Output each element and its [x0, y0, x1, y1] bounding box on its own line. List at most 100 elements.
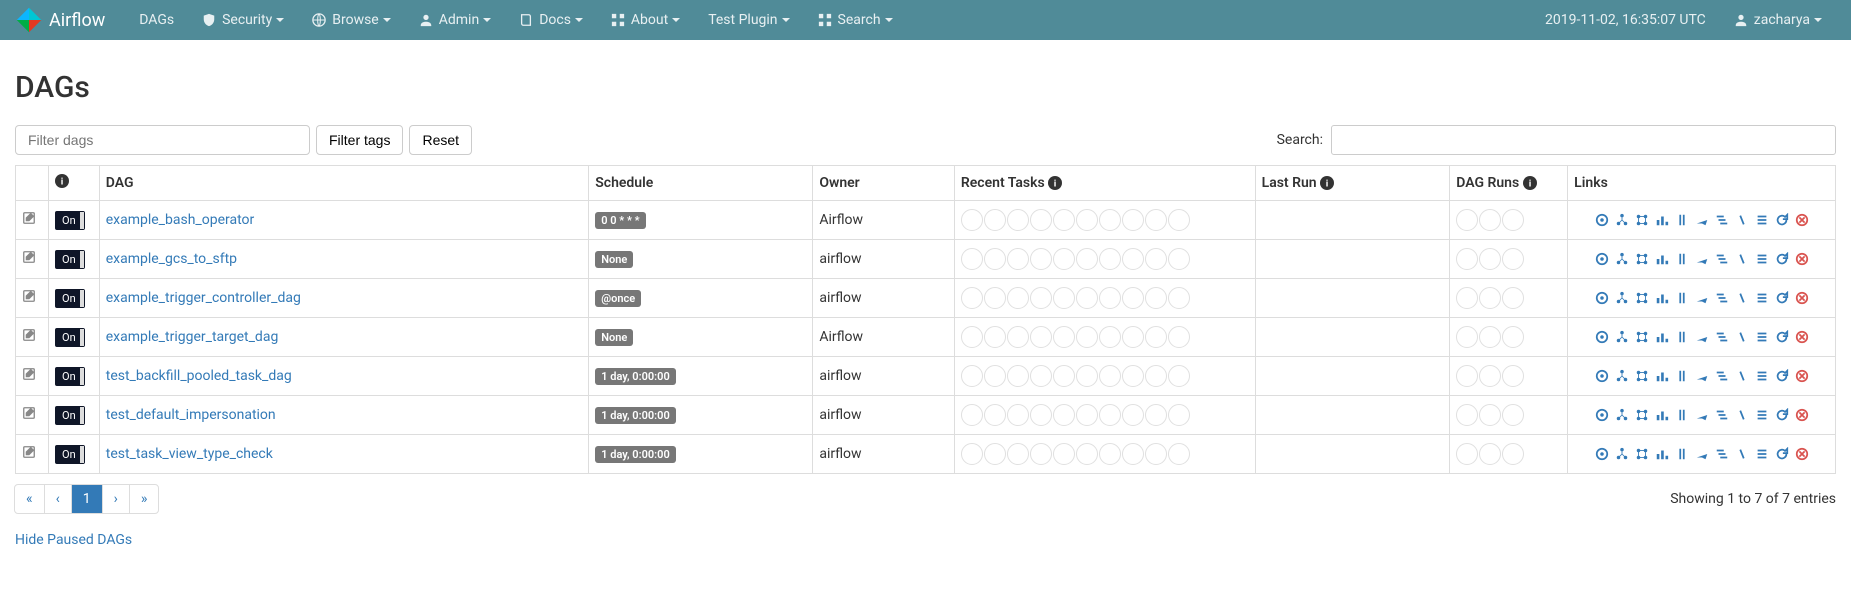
trigger-icon[interactable]: [1595, 369, 1609, 383]
search-input[interactable]: [1331, 125, 1836, 155]
logs-icon[interactable]: [1755, 291, 1769, 305]
duration-icon[interactable]: [1655, 252, 1669, 266]
dag-link[interactable]: example_bash_operator: [106, 212, 255, 228]
tries-icon[interactable]: [1675, 447, 1689, 461]
gantt-icon[interactable]: [1715, 447, 1729, 461]
graph-icon[interactable]: [1635, 252, 1649, 266]
graph-icon[interactable]: [1635, 291, 1649, 305]
logs-icon[interactable]: [1755, 408, 1769, 422]
delete-icon[interactable]: [1795, 408, 1809, 422]
nav-item-about[interactable]: About: [597, 2, 694, 38]
tries-icon[interactable]: [1675, 330, 1689, 344]
refresh-icon[interactable]: [1775, 252, 1789, 266]
duration-icon[interactable]: [1655, 369, 1669, 383]
nav-item-admin[interactable]: Admin: [405, 2, 505, 38]
trigger-icon[interactable]: [1595, 408, 1609, 422]
duration-icon[interactable]: [1655, 330, 1669, 344]
nav-item-dags[interactable]: DAGs: [125, 2, 188, 38]
schedule-badge[interactable]: 0 0 * * *: [595, 212, 645, 229]
duration-icon[interactable]: [1655, 291, 1669, 305]
landing-icon[interactable]: [1695, 447, 1709, 461]
refresh-icon[interactable]: [1775, 369, 1789, 383]
trigger-icon[interactable]: [1595, 213, 1609, 227]
page-last[interactable]: »: [129, 484, 160, 514]
schedule-badge[interactable]: None: [595, 329, 633, 346]
tree-icon[interactable]: [1615, 330, 1629, 344]
logs-icon[interactable]: [1755, 447, 1769, 461]
refresh-icon[interactable]: [1775, 408, 1789, 422]
dag-toggle[interactable]: On: [55, 406, 85, 425]
logs-icon[interactable]: [1755, 369, 1769, 383]
schedule-badge[interactable]: 1 day, 0:00:00: [595, 368, 676, 385]
tries-icon[interactable]: [1675, 252, 1689, 266]
nav-item-search[interactable]: Search: [804, 2, 907, 38]
user-menu[interactable]: zacharya: [1720, 2, 1836, 38]
dag-toggle[interactable]: On: [55, 289, 85, 308]
dag-link[interactable]: test_backfill_pooled_task_dag: [106, 368, 292, 384]
code-icon[interactable]: [1735, 330, 1749, 344]
gantt-icon[interactable]: [1715, 252, 1729, 266]
nav-item-browse[interactable]: Browse: [298, 2, 404, 38]
dag-toggle[interactable]: On: [55, 367, 85, 386]
landing-icon[interactable]: [1695, 252, 1709, 266]
tree-icon[interactable]: [1615, 213, 1629, 227]
th-schedule[interactable]: Schedule: [589, 166, 813, 201]
nav-item-test-plugin[interactable]: Test Plugin: [694, 2, 803, 38]
tree-icon[interactable]: [1615, 252, 1629, 266]
hide-paused-link[interactable]: Hide Paused DAGs: [15, 532, 132, 548]
gantt-icon[interactable]: [1715, 330, 1729, 344]
landing-icon[interactable]: [1695, 369, 1709, 383]
edit-icon[interactable]: [22, 406, 36, 420]
page-next[interactable]: ›: [102, 484, 130, 514]
gantt-icon[interactable]: [1715, 408, 1729, 422]
dag-link[interactable]: example_trigger_target_dag: [106, 329, 279, 345]
brand[interactable]: Airflow: [15, 6, 105, 34]
dag-toggle[interactable]: On: [55, 250, 85, 269]
landing-icon[interactable]: [1695, 330, 1709, 344]
landing-icon[interactable]: [1695, 408, 1709, 422]
page-current[interactable]: 1: [71, 484, 103, 514]
nav-item-docs[interactable]: Docs: [505, 2, 597, 38]
refresh-icon[interactable]: [1775, 447, 1789, 461]
refresh-icon[interactable]: [1775, 213, 1789, 227]
edit-icon[interactable]: [22, 211, 36, 225]
th-owner[interactable]: Owner: [813, 166, 955, 201]
refresh-icon[interactable]: [1775, 291, 1789, 305]
landing-icon[interactable]: [1695, 213, 1709, 227]
delete-icon[interactable]: [1795, 252, 1809, 266]
code-icon[interactable]: [1735, 213, 1749, 227]
reset-button[interactable]: Reset: [409, 125, 472, 155]
schedule-badge[interactable]: @once: [595, 290, 641, 307]
logs-icon[interactable]: [1755, 213, 1769, 227]
graph-icon[interactable]: [1635, 369, 1649, 383]
refresh-icon[interactable]: [1775, 330, 1789, 344]
edit-icon[interactable]: [22, 328, 36, 342]
delete-icon[interactable]: [1795, 369, 1809, 383]
delete-icon[interactable]: [1795, 213, 1809, 227]
page-first[interactable]: «: [14, 484, 45, 514]
dag-link[interactable]: example_trigger_controller_dag: [106, 290, 301, 306]
tries-icon[interactable]: [1675, 291, 1689, 305]
filter-tags-button[interactable]: Filter tags: [316, 125, 403, 155]
tree-icon[interactable]: [1615, 291, 1629, 305]
edit-icon[interactable]: [22, 445, 36, 459]
duration-icon[interactable]: [1655, 408, 1669, 422]
delete-icon[interactable]: [1795, 447, 1809, 461]
landing-icon[interactable]: [1695, 291, 1709, 305]
tree-icon[interactable]: [1615, 408, 1629, 422]
edit-icon[interactable]: [22, 367, 36, 381]
tree-icon[interactable]: [1615, 369, 1629, 383]
code-icon[interactable]: [1735, 408, 1749, 422]
dag-toggle[interactable]: On: [55, 445, 85, 464]
tree-icon[interactable]: [1615, 447, 1629, 461]
schedule-badge[interactable]: 1 day, 0:00:00: [595, 446, 676, 463]
gantt-icon[interactable]: [1715, 369, 1729, 383]
code-icon[interactable]: [1735, 447, 1749, 461]
nav-item-security[interactable]: Security: [188, 2, 298, 38]
dag-link[interactable]: test_task_view_type_check: [106, 446, 273, 462]
duration-icon[interactable]: [1655, 213, 1669, 227]
tries-icon[interactable]: [1675, 369, 1689, 383]
schedule-badge[interactable]: 1 day, 0:00:00: [595, 407, 676, 424]
schedule-badge[interactable]: None: [595, 251, 633, 268]
graph-icon[interactable]: [1635, 447, 1649, 461]
